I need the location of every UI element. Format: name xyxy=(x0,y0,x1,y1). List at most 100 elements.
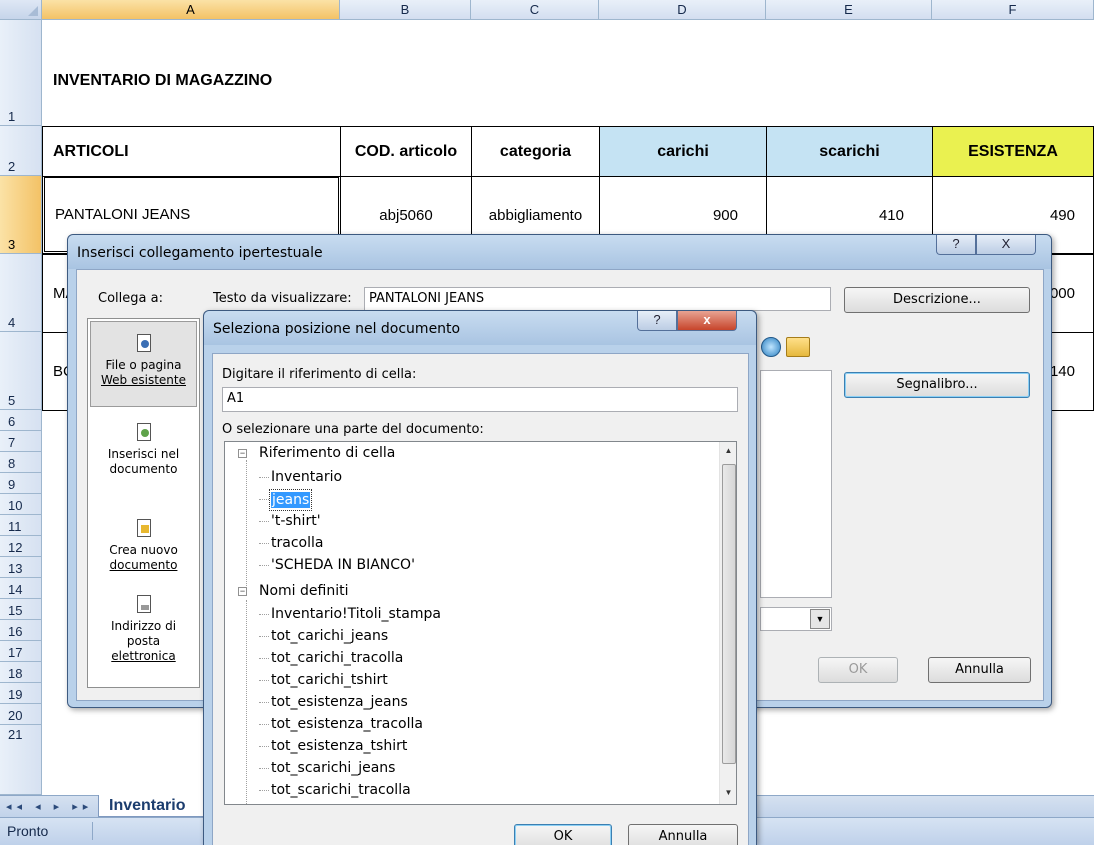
tree-item[interactable]: tot_carichi_jeans xyxy=(271,626,388,646)
row-header-20[interactable]: 20 xyxy=(0,704,42,725)
scrollbar-thumb[interactable] xyxy=(722,464,736,764)
row-header-9[interactable]: 9 xyxy=(0,473,42,494)
email-icon xyxy=(135,595,153,615)
header-carichi[interactable]: carichi xyxy=(599,126,767,177)
sheet-tab-inventario[interactable]: Inventario xyxy=(98,795,206,817)
hyperlink-ok-button[interactable]: OK xyxy=(818,657,898,683)
link-type-email[interactable]: Indirizzo di posta elettronica xyxy=(90,595,197,679)
tree-line xyxy=(259,658,269,659)
select-all-corner[interactable] xyxy=(0,0,42,20)
row-header-19[interactable]: 19 xyxy=(0,683,42,704)
link-type-email-label-2: posta xyxy=(126,634,161,648)
tree-line xyxy=(259,565,269,566)
column-header-b[interactable]: B xyxy=(340,0,471,20)
row-header-10[interactable]: 10 xyxy=(0,494,42,515)
hyperlink-dialog-titlebar[interactable]: Inserisci collegamento ipertestuale ? X xyxy=(68,235,1051,269)
location-dialog-titlebar[interactable]: Seleziona posizione nel documento ? x xyxy=(204,311,756,345)
row-header-7[interactable]: 7 xyxy=(0,431,42,452)
close-button[interactable]: X xyxy=(976,235,1036,255)
tree-item[interactable]: 'SCHEDA IN BIANCO' xyxy=(271,555,415,575)
link-type-email-label-1: Indirizzo di xyxy=(110,619,177,633)
row-header-21[interactable]: 21 xyxy=(0,725,42,795)
location-close-button[interactable]: x xyxy=(677,311,737,331)
row-header-2[interactable]: 2 xyxy=(0,126,42,176)
document-tree[interactable]: − Riferimento di cella Inventario jeans … xyxy=(224,441,737,805)
tree-item[interactable]: Inventario!Titoli_stampa xyxy=(271,604,441,624)
tree-line xyxy=(259,543,269,544)
location-ok-button[interactable]: OK xyxy=(514,824,612,845)
row-header-11[interactable]: 11 xyxy=(0,515,42,536)
column-header-a[interactable]: A xyxy=(42,0,340,20)
header-esistenza[interactable]: ESISTENZA xyxy=(932,126,1094,177)
scroll-up-icon[interactable]: ▲ xyxy=(720,446,736,455)
tree-item[interactable]: tracolla xyxy=(271,533,323,553)
tree-scrollbar[interactable]: ▲ ▼ xyxy=(719,442,736,804)
descrizione-button[interactable]: Descrizione... xyxy=(844,287,1030,313)
collega-label: Collega a: xyxy=(98,291,163,306)
row-header-3[interactable]: 3 xyxy=(0,176,42,254)
tree-item-selected[interactable]: jeans xyxy=(269,489,313,511)
browse-web-icon[interactable] xyxy=(761,337,781,357)
link-type-place-label-1: Inserisci nel xyxy=(107,447,180,461)
link-type-web-page[interactable]: File o pagina Web esistente xyxy=(90,321,197,407)
row-header-6[interactable]: 6 xyxy=(0,410,42,431)
row-header-17[interactable]: 17 xyxy=(0,641,42,662)
link-type-email-label-3: elettronica xyxy=(111,649,176,663)
tree-line xyxy=(246,460,247,588)
tree-item[interactable]: tot_scarichi_jeans xyxy=(271,758,395,778)
tree-line xyxy=(259,521,269,522)
tree-item[interactable]: tot_scarichi_tracolla xyxy=(271,780,411,800)
testo-input[interactable]: PANTALONI JEANS xyxy=(364,287,831,311)
scroll-down-icon[interactable]: ▼ xyxy=(720,788,736,797)
tree-group-cell-ref[interactable]: Riferimento di cella xyxy=(259,443,395,463)
row-header-12[interactable]: 12 xyxy=(0,536,42,557)
status-text: Pronto xyxy=(7,823,49,839)
location-cancel-button[interactable]: Annulla xyxy=(628,824,738,845)
tree-line xyxy=(259,768,269,769)
column-header-d[interactable]: D xyxy=(599,0,766,20)
collapse-toggle-icon[interactable]: − xyxy=(238,449,247,458)
segnalibro-button[interactable]: Segnalibro... xyxy=(844,372,1030,398)
tree-item[interactable]: tot_esistenza_jeans xyxy=(271,692,408,712)
tree-item[interactable]: tot_esistenza_tshirt xyxy=(271,736,407,756)
collapse-toggle-icon[interactable]: − xyxy=(238,587,247,596)
tree-group-named-ranges[interactable]: Nomi definiti xyxy=(259,581,348,601)
header-codice[interactable]: COD. articolo xyxy=(340,126,472,177)
part-label: O selezionare una parte del documento: xyxy=(222,422,484,437)
tree-item[interactable]: tot_carichi_tshirt xyxy=(271,670,388,690)
row-header-14[interactable]: 14 xyxy=(0,578,42,599)
sheet-title[interactable]: INVENTARIO DI MAGAZZINO xyxy=(53,66,272,96)
location-help-button[interactable]: ? xyxy=(637,311,677,331)
tree-item[interactable]: Inventario xyxy=(271,467,342,487)
tree-line xyxy=(246,600,247,804)
row-header-18[interactable]: 18 xyxy=(0,662,42,683)
link-type-new-label-1: Crea nuovo xyxy=(109,543,178,557)
row-header-13[interactable]: 13 xyxy=(0,557,42,578)
row-header-5[interactable]: 5 xyxy=(0,332,42,410)
address-list[interactable] xyxy=(760,370,832,598)
column-header-c[interactable]: C xyxy=(471,0,599,20)
column-header-e[interactable]: E xyxy=(766,0,932,20)
cell-ref-input[interactable]: A1 xyxy=(222,387,738,412)
dropdown-arrow-icon[interactable]: ▼ xyxy=(810,609,830,629)
header-scarichi[interactable]: scarichi xyxy=(766,126,933,177)
browse-folder-icon[interactable] xyxy=(786,337,810,357)
web-page-icon xyxy=(135,334,153,354)
hyperlink-dialog-title: Inserisci collegamento ipertestuale xyxy=(77,245,323,261)
row-header-15[interactable]: 15 xyxy=(0,599,42,620)
column-header-f[interactable]: F xyxy=(932,0,1094,20)
row-header-16[interactable]: 16 xyxy=(0,620,42,641)
tree-item[interactable]: 't-shirt' xyxy=(271,511,321,531)
header-articoli[interactable]: ARTICOLI xyxy=(42,126,341,177)
help-button[interactable]: ? xyxy=(936,235,976,255)
row-header-1[interactable]: 1 xyxy=(0,20,42,126)
row-header-4[interactable]: 4 xyxy=(0,254,42,332)
hyperlink-cancel-button[interactable]: Annulla xyxy=(928,657,1031,683)
link-type-new-document[interactable]: Crea nuovo documento xyxy=(90,519,197,589)
header-categoria[interactable]: categoria xyxy=(471,126,600,177)
tree-item[interactable]: tot_carichi_tracolla xyxy=(271,648,403,668)
row-header-8[interactable]: 8 xyxy=(0,452,42,473)
sheet-nav-arrows[interactable]: ◂◂ ◂ ▸ ▸▸ xyxy=(6,800,93,813)
tree-item[interactable]: tot_esistenza_tracolla xyxy=(271,714,423,734)
link-type-place-in-document[interactable]: Inserisci nel documento xyxy=(90,423,197,493)
